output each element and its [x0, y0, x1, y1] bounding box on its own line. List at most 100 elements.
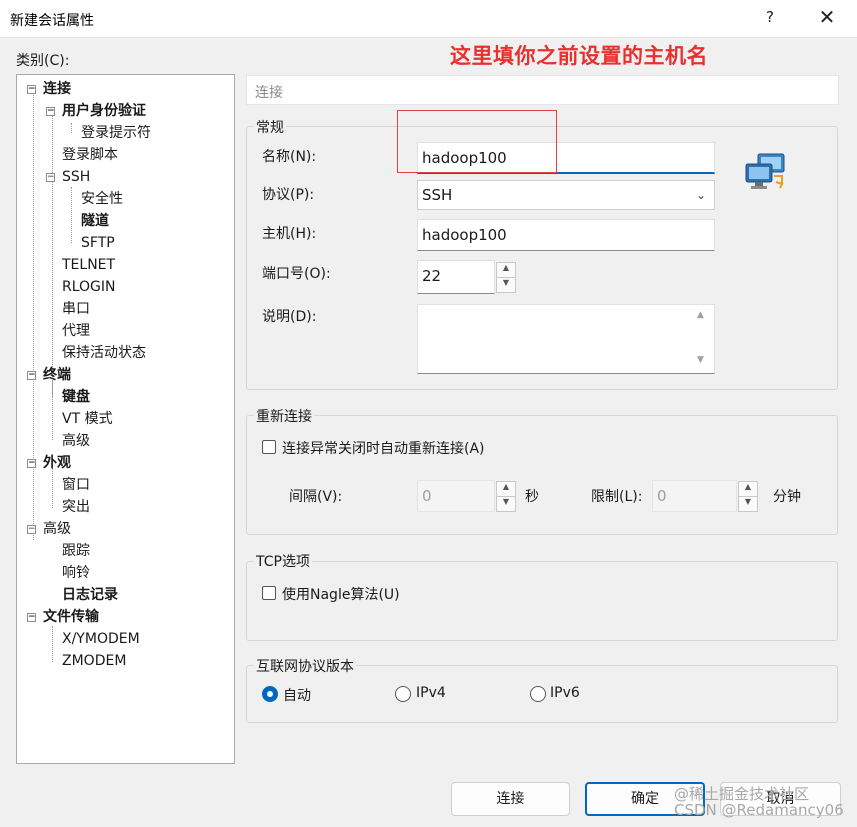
collapse-icon[interactable]: − — [46, 173, 55, 182]
limit-label: 限制(L): — [591, 489, 643, 505]
help-button[interactable]: ? — [760, 8, 780, 26]
tree-item-serial[interactable]: 串口 — [62, 299, 90, 319]
tree-item-vt-mode[interactable]: VT 模式 — [62, 409, 113, 429]
port-label: 端口号(O): — [262, 266, 331, 282]
interval-label: 间隔(V): — [289, 489, 343, 505]
tree-item-keyboard[interactable]: 键盘 — [62, 387, 90, 407]
spin-down-icon[interactable]: ▼ — [497, 278, 515, 293]
tree-item-label: 文件传输 — [43, 609, 99, 625]
name-label: 名称(N): — [262, 149, 317, 165]
tree-line — [52, 115, 53, 397]
tree-item-proxy[interactable]: 代理 — [62, 321, 90, 341]
spin-up-icon[interactable]: ▲ — [497, 263, 515, 278]
scroll-down-icon[interactable]: ▼ — [697, 355, 704, 365]
host-label: 主机(H): — [262, 226, 317, 242]
tree-item-keepalive[interactable]: 保持活动状态 — [62, 343, 146, 363]
reconnect-group — [246, 415, 838, 535]
tree-item-terminal[interactable]: − 终端 — [27, 365, 71, 385]
annotation-text: 这里填你之前设置的主机名 — [450, 44, 708, 68]
tree-item-logging[interactable]: 日志记录 — [62, 585, 118, 605]
tree-item-tunnel[interactable]: 隧道 — [81, 211, 109, 231]
tree-item-label: 突出 — [62, 499, 90, 515]
spin-up-icon[interactable]: ▲ — [739, 482, 757, 497]
tree-item-file-transfer[interactable]: − 文件传输 — [27, 607, 99, 627]
tree-item-terminal-advanced[interactable]: 高级 — [62, 431, 90, 451]
tcp-group-title: TCP选项 — [254, 551, 312, 571]
collapse-icon[interactable]: − — [46, 107, 55, 116]
scroll-up-icon[interactable]: ▲ — [697, 310, 704, 320]
tree-item-user-auth[interactable]: − 用户身份验证 — [46, 101, 146, 121]
protocol-label: 协议(P): — [262, 187, 315, 203]
tree-item-rlogin[interactable]: RLOGIN — [62, 277, 116, 297]
tree-item-label: SSH — [62, 169, 91, 185]
host-field[interactable]: hadoop100 — [417, 219, 715, 251]
tree-item-appearance[interactable]: − 外观 — [27, 453, 71, 473]
connect-button[interactable]: 连接 — [451, 782, 570, 816]
radio-ipv4-label: IPv4 — [416, 685, 446, 701]
tree-item-bell[interactable]: 响铃 — [62, 563, 90, 583]
auto-reconnect-label: 连接异常关闭时自动重新连接(A) — [282, 441, 485, 457]
tree-item-xymodem[interactable]: X/YMODEM — [62, 629, 140, 649]
tree-line — [52, 468, 53, 508]
radio-ipv6[interactable] — [530, 686, 546, 702]
description-textarea[interactable] — [417, 304, 715, 374]
collapse-icon[interactable]: − — [27, 613, 36, 622]
tree-item-telnet[interactable]: TELNET — [62, 255, 115, 275]
tree-line — [52, 380, 53, 440]
window-title: 新建会话属性 — [10, 13, 94, 29]
close-button[interactable]: ✕ — [812, 5, 842, 29]
tree-line — [71, 187, 72, 243]
tree-item-label: 高级 — [43, 521, 71, 537]
tree-item-label: 日志记录 — [62, 587, 118, 603]
chevron-down-icon: ⌄ — [695, 188, 706, 202]
limit-stepper[interactable]: ▲ ▼ — [738, 481, 758, 512]
limit-field[interactable]: 0 — [652, 480, 737, 512]
nagle-label: 使用Nagle算法(U) — [282, 587, 400, 603]
tree-item-label: TELNET — [62, 257, 116, 273]
tree-item-label: 连接 — [43, 81, 71, 97]
tree-item-advanced[interactable]: − 高级 — [27, 519, 71, 539]
collapse-icon[interactable]: − — [27, 459, 36, 468]
interval-unit: 秒 — [525, 489, 539, 505]
tree-item-highlight[interactable]: 突出 — [62, 497, 90, 517]
tree-item-label: 键盘 — [62, 389, 90, 405]
spin-down-icon[interactable]: ▼ — [497, 497, 515, 512]
description-label: 说明(D): — [262, 309, 317, 325]
tree-item-label: 响铃 — [62, 565, 90, 581]
collapse-icon[interactable]: − — [27, 525, 36, 534]
tree-item-label: 窗口 — [62, 477, 90, 493]
port-field[interactable]: 22 — [417, 260, 495, 294]
port-stepper[interactable]: ▲ ▼ — [496, 262, 516, 293]
tree-item-label: 高级 — [62, 433, 90, 449]
tree-item-connection[interactable]: − 连接 — [27, 79, 71, 99]
tree-item-window[interactable]: 窗口 — [62, 475, 90, 495]
section-header-text: 连接 — [255, 85, 283, 101]
interval-field[interactable]: 0 — [417, 480, 495, 512]
radio-auto-label: 自动 — [283, 688, 311, 704]
category-tree[interactable]: − 连接 − 用户身份验证 登录提示符 登录脚本 − SSH 安全性 隧道 SF… — [16, 74, 235, 764]
tree-item-trace[interactable]: 跟踪 — [62, 541, 90, 561]
tree-item-login-script[interactable]: 登录脚本 — [62, 145, 118, 165]
auto-reconnect-checkbox[interactable] — [262, 440, 276, 454]
title-bar: 新建会话属性 ? ✕ — [0, 0, 857, 38]
tree-item-login-prompt[interactable]: 登录提示符 — [81, 123, 151, 143]
radio-ipv4[interactable] — [395, 686, 411, 702]
spin-down-icon[interactable]: ▼ — [739, 497, 757, 512]
collapse-icon[interactable]: − — [27, 371, 36, 380]
tree-item-label: 终端 — [43, 367, 71, 383]
tree-item-label: 串口 — [62, 301, 90, 317]
reconnect-group-title: 重新连接 — [254, 406, 314, 426]
tree-item-ssh[interactable]: − SSH — [46, 167, 91, 187]
tree-item-label: 隧道 — [81, 213, 109, 229]
spin-up-icon[interactable]: ▲ — [497, 482, 515, 497]
watermark-line2: CSDN @Redamancy06 — [674, 801, 844, 819]
interval-stepper[interactable]: ▲ ▼ — [496, 481, 516, 512]
tree-item-zmodem[interactable]: ZMODEM — [62, 651, 126, 671]
tree-item-sftp[interactable]: SFTP — [81, 233, 115, 253]
tree-item-security[interactable]: 安全性 — [81, 189, 123, 209]
protocol-select[interactable]: SSH ⌄ — [417, 180, 715, 210]
tree-line — [71, 123, 72, 133]
collapse-icon[interactable]: − — [27, 85, 36, 94]
radio-auto[interactable] — [262, 686, 278, 702]
nagle-checkbox[interactable] — [262, 586, 276, 600]
